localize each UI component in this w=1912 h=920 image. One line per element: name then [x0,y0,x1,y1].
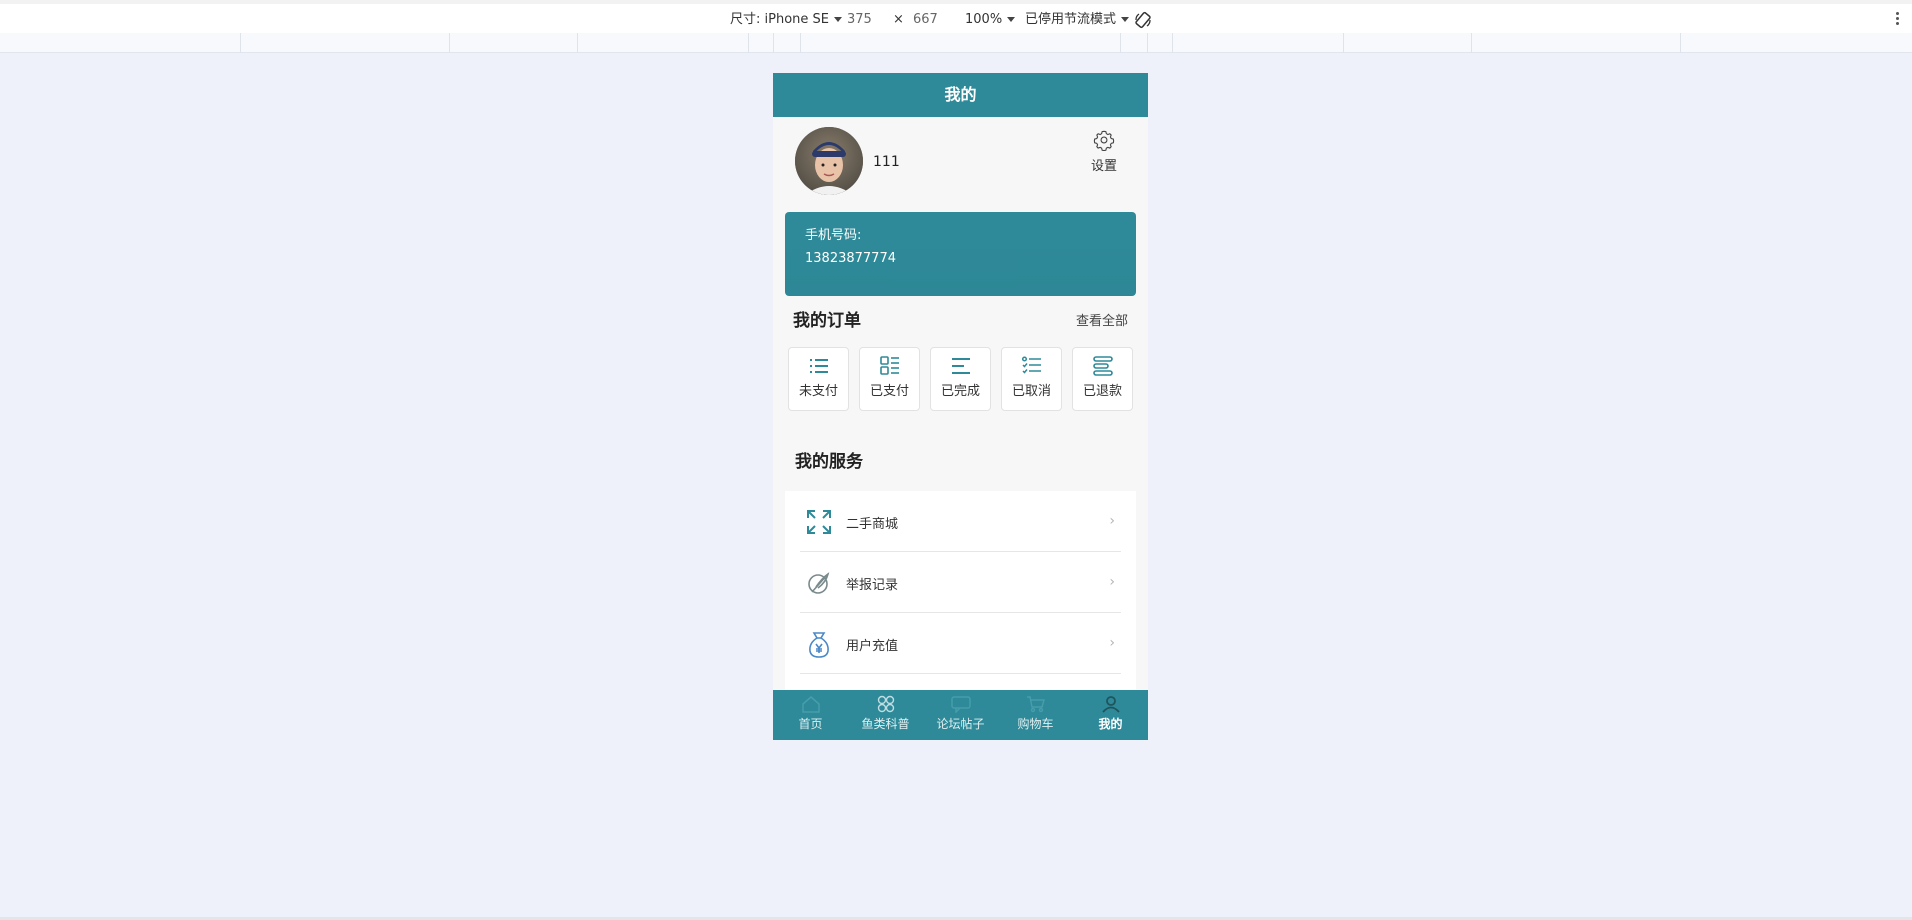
phone-number-card: 手机号码: 13823877774 [785,212,1136,296]
service-label: 举报记录 [846,578,899,593]
service-item-user-recharge[interactable]: 用户充值 › [800,613,1121,674]
feather-pen-icon [808,572,830,594]
gear-icon [1093,130,1115,151]
user-icon [1101,696,1120,713]
services-title: 我的服务 [795,452,863,472]
chevron-right-icon: › [1109,574,1115,590]
chat-icon [950,696,971,713]
phone-value: 13823877774 [805,251,896,266]
username: 111 [873,154,900,170]
align-left-icon [951,358,970,374]
tab-forum-posts[interactable]: 论坛帖子 [923,695,998,732]
tab-label: 鱼类科普 [861,717,910,731]
height-input[interactable]: 667 [913,11,938,29]
order-completed-label: 已完成 [940,384,980,399]
order-cancelled-label: 已取消 [1011,384,1051,399]
chevron-right-icon: › [1109,513,1115,529]
list-icon [809,359,828,373]
tab-label: 论坛帖子 [936,717,985,731]
order-refunded-button[interactable]: 已退款 [1072,347,1133,411]
rotate-icon[interactable] [1134,11,1152,29]
tab-home[interactable]: 首页 [773,695,848,732]
orders-title: 我的订单 [793,311,861,331]
service-label: 用户充值 [846,639,899,654]
chevron-down-icon [834,17,842,22]
settings-button[interactable]: 设置 [1084,129,1124,174]
throttle-label: 已停用节流模式 [1025,12,1117,27]
bottom-tabbar: 首页 鱼类科普 论坛帖子 购物车 我的 [773,690,1148,740]
clover-icon [877,695,894,713]
page-title: 我的 [773,73,1148,117]
tab-cart[interactable]: 购物车 [998,695,1073,732]
order-unpaid-label: 未支付 [798,384,838,399]
settings-label: 设置 [1090,159,1117,174]
media-query-ruler [0,33,1912,53]
grid-list-icon [879,356,899,375]
zoom-select[interactable]: 100% [965,11,1016,29]
tab-fish-science[interactable]: 鱼类科普 [848,695,923,732]
order-completed-button[interactable]: 已完成 [930,347,991,411]
order-unpaid-button[interactable]: 未支付 [788,347,849,411]
money-bag-icon [809,632,829,658]
avatar[interactable] [795,127,863,195]
expand-icon [807,510,831,534]
tab-label: 购物车 [1017,717,1054,731]
checklist-icon [1021,356,1041,374]
device-select[interactable]: 尺寸: iPhone SE [730,11,842,29]
device-label: 尺寸: iPhone SE [730,12,829,27]
order-refunded-label: 已退款 [1082,384,1122,399]
home-icon [801,696,820,713]
view-all-orders-link[interactable]: 查看全部 [1076,310,1128,329]
tab-label: 我的 [1098,717,1123,731]
throttle-select[interactable]: 已停用节流模式 [1025,11,1130,29]
phone-label: 手机号码: [805,228,862,243]
service-item-second-hand-mall[interactable]: 二手商城 › [800,491,1121,552]
chevron-right-icon: › [1109,635,1115,651]
profile-section: 111 设置 [773,117,1148,213]
width-input[interactable]: 375 [847,11,872,29]
order-cancelled-button[interactable]: 已取消 [1001,347,1062,411]
services-list: 二手商城 › 举报记录 › 用户充值 › [785,491,1136,691]
order-paid-button[interactable]: 已支付 [859,347,920,411]
order-paid-label: 已支付 [869,384,909,399]
service-item-report-records[interactable]: 举报记录 › [800,552,1121,613]
tab-mine[interactable]: 我的 [1073,695,1148,732]
toolbar-top-border [0,0,1912,4]
service-label: 二手商城 [846,517,899,532]
orders-header: 我的订单 查看全部 [793,306,1128,331]
dimension-separator: × [893,12,904,27]
chevron-down-icon [1007,17,1016,22]
phone-viewport: 我的 111 设置 手机号码: 13823877774 我的订单 查看全部 未支… [773,73,1148,740]
kebab-menu-icon[interactable] [1896,10,1900,28]
chevron-down-icon [1121,17,1130,22]
cart-icon [1026,696,1045,713]
tab-label: 首页 [798,717,823,731]
stack-icon [1092,356,1113,376]
order-status-row: 未支付 已支付 已完成 已取消 已退款 [788,347,1134,411]
zoom-label: 100% [965,12,1003,27]
